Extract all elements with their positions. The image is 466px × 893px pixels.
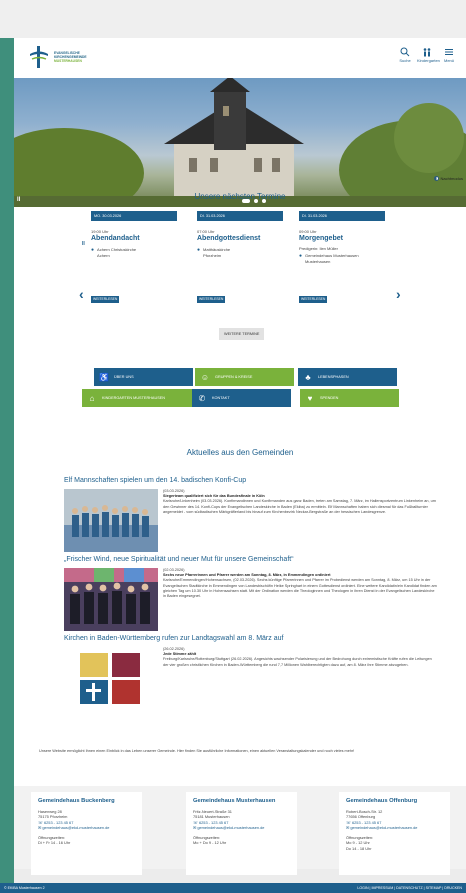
page: EVANGELISCHE KIRCHENGEMEINDE MUSTERHAUSE… [14,38,466,855]
browser-top-band [0,0,466,38]
family-icon: ♣ [305,372,311,382]
tile-groups[interactable]: ☺ GRUPPEN & KREISE [195,368,294,386]
event-title: Abendandacht [91,235,140,242]
news-text-2: (02.03.2026) Sechs neue Pfarrerinnen und… [163,568,438,599]
news-image-1[interactable] [64,489,158,552]
logo-line3: MUSTERHAUSEN [54,59,82,63]
contrast-icon [433,176,439,181]
cross-logo-icon [30,46,48,68]
tile-label: LEBENSPHASEN [318,375,349,379]
site-logo[interactable]: EVANGELISCHE KIRCHENGEMEINDE MUSTERHAUSE… [28,45,88,71]
location-pin-icon: ● [197,247,201,253]
intro-text: Unsere Website ermöglicht Ihnen einen Ei… [39,749,355,753]
event-title: Morgengebet [299,235,343,242]
event-location: ● Gemeindehaus Musterhausen Musterhausen [299,253,385,265]
event-location-line2: Achern [97,253,110,258]
news-headline-3[interactable]: Kirchen in Baden-Württemberg rufen zur L… [64,635,283,642]
more-events-button[interactable]: WEITERE TERMINE [219,328,265,340]
events-next-button[interactable]: › [396,286,401,302]
tile-label: GRUPPEN & KREISE [215,375,253,379]
event-location-line2: Musterhausen [305,259,331,264]
bottom-bar: © EKiBA Musterhausen 2 LOGIN | IMPRESSUM… [0,883,466,893]
logo-text: EVANGELISCHE KIRCHENGEMEINDE MUSTERHAUSE… [54,51,87,63]
event-more-link-1[interactable]: WEITERLESEN [91,296,120,303]
news-body: Freiburg/Karlsruhe/Rottenburg/Stuttgart … [163,657,432,667]
event-date: MO. 30.03.2026 [91,211,177,221]
tile-label: ÜBER UNS [114,375,134,379]
footer-card-title: Gemeindehaus Buckenberg [38,798,115,804]
tile-label: SPENDEN [320,396,339,400]
location-pin-icon: ● [299,253,303,259]
news-text-3: (26.02.2026) Jede Stimme zählt Freiburg/… [163,647,438,668]
church-photo [14,78,466,207]
tile-about-us[interactable]: ♿ ÜBER UNS [94,368,193,386]
footer-hours-2: Do 14 - 18 Uhr [346,845,372,851]
footer-email-link[interactable]: ✉ gemeindehaus@ekd-musterhausen.de [346,825,443,830]
news-body: Karlsruhe/Emmendingen/Hohensachsen, (02.… [163,578,437,599]
location-pin-icon: ● [91,247,95,253]
footer-hours: Di + Fr 14 - 16 Uhr [38,840,71,846]
menu-label: Menü [443,58,454,63]
footer-card-offenburg: Gemeindehaus Offenburg Robert-Bosch-Str.… [339,792,450,875]
phone-icon: ✆ [198,393,206,403]
footer-email-link[interactable]: ✉ gemeindehaus@ekd-musterhausen.de [193,825,290,830]
event-date: DI. 31.03.2026 [299,211,385,221]
event-title: Abendgottesdienst [197,235,261,242]
footer-card-title: Gemeindehaus Musterhausen [193,798,276,804]
house-icon: ⌂ [89,393,95,403]
events-pause-button[interactable]: II [82,241,85,247]
event-date: DI. 31.03.2026 [197,211,283,221]
menu-button[interactable]: Menü [439,47,459,63]
copyright: © EKiBA Musterhausen 2 [4,886,45,890]
night-mode-toggle[interactable]: Nachtmodus [433,176,463,181]
events-prev-button[interactable]: ‹ [79,286,84,302]
hero-slider[interactable]: II [14,78,466,207]
news-headline-2[interactable]: „Frischer Wind, neue Spiritualität und n… [64,556,294,563]
event-preacher: Predigerin: Ilen Müller [299,246,338,251]
events-title: Unsere nächsten Termine [194,192,286,201]
night-mode-label: Nachtmodus [440,176,463,181]
footer-card-buckenberg: Gemeindehaus Buckenberg Hasenweg 28 7517… [31,792,142,875]
people-icon [423,48,431,57]
footer-email-link[interactable]: ✉ gemeindehaus@ekd-musterhausen.de [38,825,135,830]
left-accent-stripe [0,38,14,893]
event-more-link-2[interactable]: WEITERLESEN [197,296,226,303]
tile-life-phases[interactable]: ♣ LEBENSPHASEN [298,368,397,386]
event-card-1[interactable]: MO. 30.03.2026 19:00 Uhr Abendandacht ● … [91,211,177,259]
group-icon: ☺ [200,372,210,382]
news-image-3[interactable] [64,647,158,710]
footer-card-title: Gemeindehaus Offenburg [346,798,418,804]
donate-icon: ♥ [307,393,313,403]
search-icon [400,47,410,57]
tile-label: KONTAKT [212,396,230,400]
news-text-1: (03.03.2026) Siegerteam qualifiziert sic… [163,489,438,515]
chair-icon: ♿ [99,372,109,382]
news-title: Aktuelles aus den Gemeinden [186,448,294,457]
event-more-link-3[interactable]: WEITERLESEN [299,296,328,303]
search-label: Suche [399,58,411,63]
tile-kindergarten[interactable]: ⌂ KINDERGARTEN MUSTERHAUSEN [82,389,199,407]
hamburger-icon [445,49,453,55]
event-location: ● Achern Christuskirche Achern [91,247,177,259]
news-body: Karlsruhe/Linkenheim (03.03.2026). Konfi… [163,499,436,514]
event-time: 09:00 Uhr [299,229,317,234]
tile-label: KINDERGARTEN MUSTERHAUSEN [102,396,166,400]
event-location-line2: Pforzheim [203,253,222,258]
event-time: 19:00 Uhr [91,229,109,234]
site-header: EVANGELISCHE KIRCHENGEMEINDE MUSTERHAUSE… [14,38,466,78]
kindergarten-button[interactable]: Kindergarten [417,47,440,63]
news-image-2[interactable] [64,568,158,631]
event-card-3[interactable]: DI. 31.03.2026 09:00 Uhr Morgengebet Pre… [299,211,385,265]
event-card-2[interactable]: DI. 31.03.2026 07:00 Uhr Abendgottesdien… [197,211,283,259]
tile-contact[interactable]: ✆ KONTAKT [192,389,291,407]
search-button[interactable]: Suche [395,47,415,63]
footer-card-musterhausen: Gemeindehaus Musterhausen Fritz-Neuert-S… [186,792,297,875]
news-headline-1[interactable]: Elf Mannschaften spielen um den 14. badi… [64,477,246,484]
footer-hours: Mo + Do 9 - 12 Uhr [193,840,227,846]
legal-links[interactable]: LOGIN | IMPRESSUM | DATENSCHUTZ | SITEMA… [357,883,462,893]
kindergarten-label: Kindergarten [417,58,440,63]
event-time: 07:00 Uhr [197,229,215,234]
event-location: ● Matthäuskirche Pforzheim [197,247,283,259]
tile-donate[interactable]: ♥ SPENDEN [300,389,399,407]
